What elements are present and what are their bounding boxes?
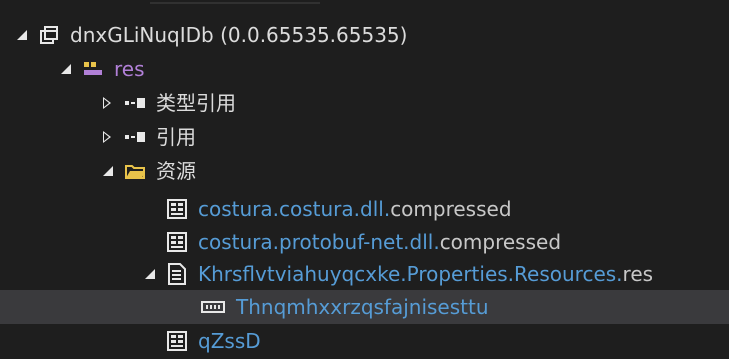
resource-set-suffix: res <box>622 262 654 286</box>
assembly-explorer-tree: dnxGLiNuqIDb (0.0.65535.65535) res 类型引用 <box>0 0 729 359</box>
resource-suffix: compressed <box>439 230 562 254</box>
expand-arrow-open-icon[interactable] <box>100 163 116 179</box>
resource-set-icon <box>166 263 188 285</box>
expand-arrow-closed-icon[interactable] <box>100 129 116 145</box>
module-icon <box>82 58 104 80</box>
assembly-label: dnxGLiNuqIDb (0.0.65535.65535) <box>70 23 408 47</box>
resources-folder-label: 资源 <box>156 159 196 183</box>
binary-data-icon <box>200 296 226 318</box>
resource-file-icon <box>166 231 188 253</box>
assembly-icon <box>38 24 60 46</box>
resource-entry-label: Thnqmhxxrzqsfajnisesttu <box>236 295 489 319</box>
expand-arrow-closed-icon[interactable] <box>100 95 116 111</box>
resource-file-icon <box>166 330 188 352</box>
tree-node-resource-qzssd[interactable]: qZssD <box>0 324 729 358</box>
expand-arrow-open-icon[interactable] <box>142 266 158 282</box>
tree-node-resource-entry[interactable]: Thnqmhxxrzqsfajnisesttu <box>0 290 729 324</box>
reference-icon <box>124 126 146 148</box>
tree-node-assembly[interactable]: dnxGLiNuqIDb (0.0.65535.65535) <box>0 18 729 52</box>
resource-suffix: compressed <box>390 197 512 221</box>
tree-node-resources-folder[interactable]: 资源 <box>0 154 729 188</box>
tree-node-module-res[interactable]: res <box>0 52 729 86</box>
expand-arrow-open-icon[interactable] <box>14 27 30 43</box>
tree-node-resource-protobuf[interactable]: costura.protobuf-net.dll. compressed <box>0 225 729 259</box>
module-label: res <box>114 57 145 81</box>
tree-node-references[interactable]: 引用 <box>0 120 729 154</box>
resource-label: qZssD <box>198 329 261 353</box>
resource-file-icon <box>166 198 188 220</box>
type-references-label: 类型引用 <box>156 91 236 115</box>
resource-name: costura.protobuf-net.dll. <box>198 230 440 254</box>
expand-arrow-open-icon[interactable] <box>58 61 74 77</box>
reference-icon <box>124 92 146 114</box>
clipped-row-fragment <box>0 0 729 6</box>
resource-set-name: Khrsflvtviahuyqcxke.Properties.Resources… <box>198 262 623 286</box>
resource-name: costura.costura.dll. <box>198 197 391 221</box>
tree-node-resource-costura[interactable]: costura.costura.dll. compressed <box>0 192 729 226</box>
tree-node-type-references[interactable]: 类型引用 <box>0 86 729 120</box>
tree-node-resource-set[interactable]: Khrsflvtviahuyqcxke.Properties.Resources… <box>0 257 729 291</box>
folder-icon <box>124 160 146 182</box>
references-label: 引用 <box>156 125 196 149</box>
